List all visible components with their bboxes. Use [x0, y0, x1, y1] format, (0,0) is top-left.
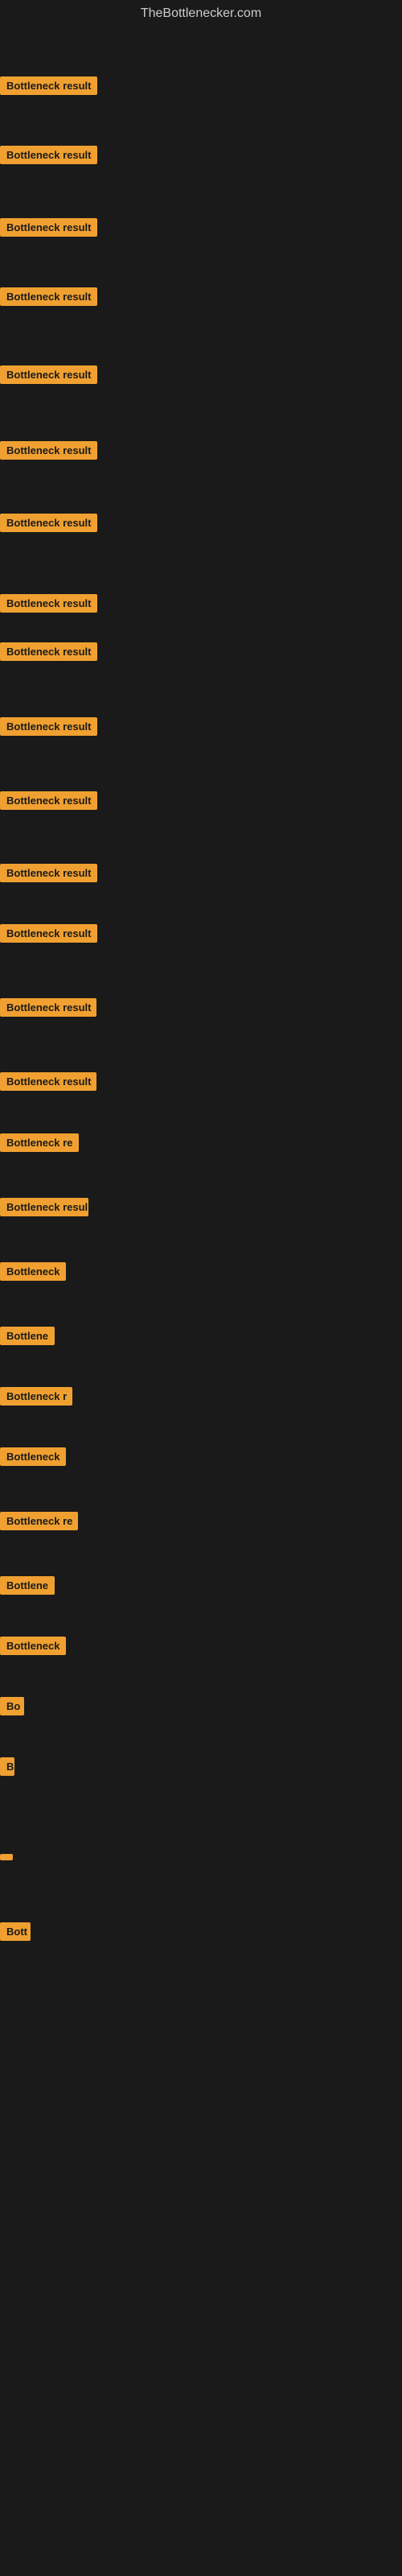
bottleneck-item-5: Bottleneck result [0, 365, 97, 388]
bottleneck-badge-19: Bottlene [0, 1327, 55, 1345]
bottleneck-badge-3: Bottleneck result [0, 218, 97, 237]
bottleneck-badge-14: Bottleneck result [0, 998, 96, 1017]
bottleneck-item-1: Bottleneck result [0, 76, 97, 99]
bottleneck-item-8: Bottleneck result [0, 594, 97, 617]
bottleneck-badge-4: Bottleneck result [0, 287, 97, 306]
bottleneck-badge-12: Bottleneck result [0, 864, 97, 882]
bottleneck-item-24: Bottleneck [0, 1637, 66, 1659]
bottleneck-badge-1: Bottleneck result [0, 76, 97, 95]
bottleneck-item-2: Bottleneck result [0, 146, 97, 168]
bottleneck-item-6: Bottleneck result [0, 441, 97, 464]
bottleneck-item-23: Bottlene [0, 1576, 55, 1599]
bottleneck-item-12: Bottleneck result [0, 864, 97, 886]
bottleneck-badge-16: Bottleneck re [0, 1133, 79, 1152]
bottleneck-item-3: Bottleneck result [0, 218, 97, 241]
bottleneck-item-25: Bo [0, 1697, 24, 1719]
bottleneck-badge-21: Bottleneck [0, 1447, 66, 1466]
bottleneck-badge-18: Bottleneck [0, 1262, 66, 1281]
bottleneck-badge-7: Bottleneck result [0, 514, 97, 532]
bottleneck-badge-25: Bo [0, 1697, 24, 1715]
bottleneck-badge-9: Bottleneck result [0, 642, 97, 661]
bottleneck-item-17: Bottleneck resul [0, 1198, 88, 1220]
bottleneck-badge-23: Bottlene [0, 1576, 55, 1595]
bottleneck-badge-6: Bottleneck result [0, 441, 97, 460]
bottleneck-badge-26: B [0, 1757, 14, 1776]
bottleneck-badge-13: Bottleneck result [0, 924, 97, 943]
bottleneck-item-27 [0, 1850, 13, 1864]
bottleneck-item-19: Bottlene [0, 1327, 55, 1349]
bottleneck-badge-2: Bottleneck result [0, 146, 97, 164]
bottleneck-badge-17: Bottleneck resul [0, 1198, 88, 1216]
site-title: TheBottlenecker.com [0, 0, 402, 31]
bottleneck-badge-15: Bottleneck result [0, 1072, 96, 1091]
bottleneck-item-15: Bottleneck result [0, 1072, 96, 1095]
bottleneck-item-18: Bottleneck [0, 1262, 66, 1285]
bottleneck-item-16: Bottleneck re [0, 1133, 79, 1156]
bottleneck-badge-24: Bottleneck [0, 1637, 66, 1655]
bottleneck-badge-8: Bottleneck result [0, 594, 97, 613]
bottleneck-badge-11: Bottleneck result [0, 791, 97, 810]
bottleneck-item-10: Bottleneck result [0, 717, 97, 740]
bottleneck-item-21: Bottleneck [0, 1447, 66, 1470]
bottleneck-item-14: Bottleneck result [0, 998, 96, 1021]
bottleneck-badge-20: Bottleneck r [0, 1387, 72, 1406]
bottleneck-badge-28: Bott [0, 1922, 31, 1941]
bottleneck-item-26: B [0, 1757, 14, 1780]
bottleneck-badge-10: Bottleneck result [0, 717, 97, 736]
bottleneck-item-13: Bottleneck result [0, 924, 97, 947]
bottleneck-badge-22: Bottleneck re [0, 1512, 78, 1530]
bottleneck-item-22: Bottleneck re [0, 1512, 78, 1534]
bottleneck-item-11: Bottleneck result [0, 791, 97, 814]
bottleneck-badge-5: Bottleneck result [0, 365, 97, 384]
bottleneck-item-7: Bottleneck result [0, 514, 97, 536]
bottleneck-item-9: Bottleneck result [0, 642, 97, 665]
bottleneck-item-20: Bottleneck r [0, 1387, 72, 1410]
bottleneck-badge-27 [0, 1854, 13, 1860]
bottleneck-item-28: Bott [0, 1922, 31, 1945]
bottleneck-item-4: Bottleneck result [0, 287, 97, 310]
